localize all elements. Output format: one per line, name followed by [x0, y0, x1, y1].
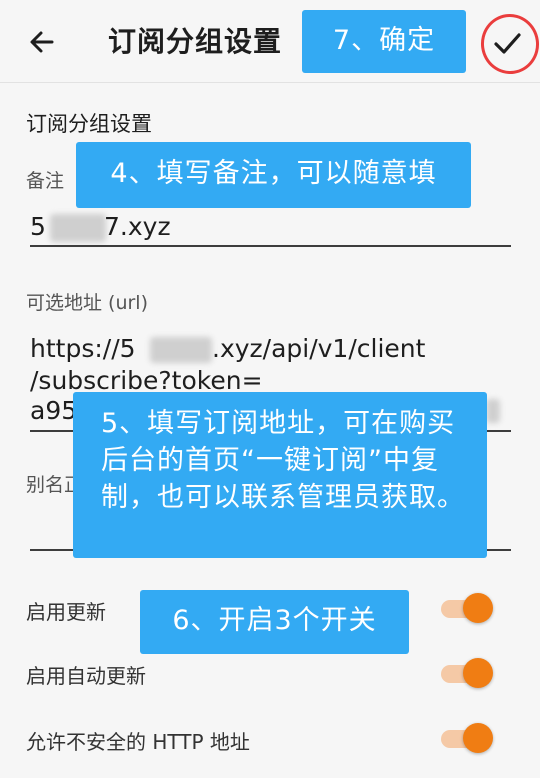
- arrow-left-icon: [30, 31, 54, 53]
- switch-label-auto-update: 启用自动更新: [26, 664, 146, 688]
- switch-thumb: [463, 593, 493, 623]
- callout-step4: 4、填写备注，可以随意填: [76, 142, 471, 208]
- switch-thumb: [463, 658, 493, 688]
- redacted-patch: [150, 337, 212, 363]
- callout-step5: 5、填写订阅地址，可在购买后台的首页“一键订阅”中复制，也可以联系管理员获取。: [73, 392, 487, 558]
- enable-update-switch[interactable]: [437, 592, 493, 624]
- url-line1-start: https://5: [30, 334, 136, 363]
- allow-insecure-http-switch[interactable]: [437, 722, 493, 754]
- back-button[interactable]: [22, 22, 62, 62]
- section-title: 订阅分组设置: [26, 112, 152, 136]
- auto-update-switch[interactable]: [437, 657, 493, 689]
- url-line3: a95: [30, 396, 78, 425]
- remark-underline: [30, 245, 511, 247]
- url-line1-end: .xyz/api/v1/client: [212, 334, 426, 363]
- remark-label: 备注: [26, 170, 65, 192]
- remark-value-start: 5: [30, 212, 46, 241]
- switch-thumb: [463, 723, 493, 753]
- redacted-patch: [486, 399, 500, 423]
- redacted-patch: [50, 214, 106, 242]
- switch-label-enable-update: 启用更新: [26, 600, 106, 624]
- callout-step7: 7、确定: [302, 10, 466, 73]
- switch-label-allow-insecure-http: 允许不安全的 HTTP 地址: [26, 730, 250, 754]
- callout-step6: 6、开启3个开关: [140, 590, 409, 654]
- page-title: 订阅分组设置: [108, 25, 283, 58]
- remark-value-end: 7.xyz: [104, 212, 171, 241]
- url-label: 可选地址 (url): [26, 292, 148, 314]
